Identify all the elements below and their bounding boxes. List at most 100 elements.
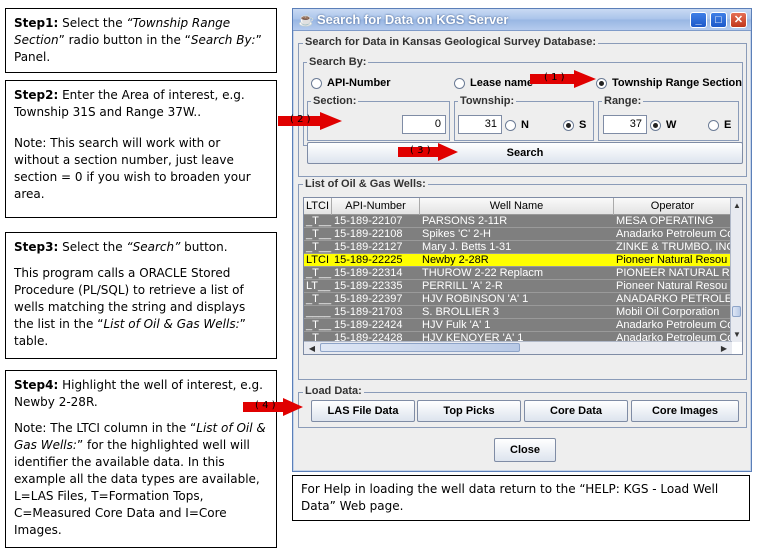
cell-api-number: 15-189-22225 (334, 254, 403, 266)
radio-dot-selected (650, 119, 661, 131)
cell-ltci: _T__ (306, 319, 332, 331)
las-file-data-button[interactable]: LAS File Data (311, 400, 415, 422)
step3-italic-2: List of Oil & Gas Wells: (103, 317, 240, 331)
radio-dot-selected (563, 119, 574, 131)
marker-3: ( 3 ) (398, 143, 458, 163)
radio-dot (505, 119, 516, 131)
col-operator[interactable]: Operator (614, 198, 732, 215)
township-input[interactable]: 31 (458, 115, 502, 134)
radio-label: S (579, 119, 587, 131)
marker-4: ( 4 ) (243, 398, 303, 418)
marker-3-label: ( 3 ) (410, 145, 431, 156)
search-button[interactable]: Search (307, 142, 743, 164)
table-header: LTCI API-Number Well Name Operator (304, 198, 732, 215)
scroll-left-icon[interactable]: ◀ (306, 344, 318, 353)
cell-ltci: _T__ (306, 241, 332, 253)
well-table[interactable]: LTCI API-Number Well Name Operator _T__ 1… (303, 197, 743, 355)
close-icon[interactable]: ✕ (730, 12, 747, 28)
step1-panel: Step1: Select the “Township Range Sectio… (5, 8, 277, 73)
radio-township-range-section[interactable]: Township Range Section (596, 77, 742, 89)
hscroll-thumb[interactable] (320, 343, 520, 352)
step3-text-2: button. (180, 240, 228, 254)
table-row[interactable]: _T__ 15-189-22108 Spikes 'C' 2-H Anadarko P… (304, 228, 732, 241)
radio-south[interactable]: S (563, 119, 586, 131)
top-picks-button[interactable]: Top Picks (417, 400, 521, 422)
cell-well-name: Mary J. Betts 1-31 (422, 241, 512, 253)
radio-api-number[interactable]: API-Number (311, 77, 391, 89)
radio-dot (311, 77, 322, 89)
java-cup-icon: ☕ (298, 12, 315, 27)
cell-well-name: PARSONS 2-11R (422, 215, 508, 227)
col-well-name[interactable]: Well Name (420, 198, 614, 215)
radio-label: API-Number (327, 77, 391, 89)
col-api-number[interactable]: API-Number (332, 198, 420, 215)
table-row[interactable]: _T__ 15-189-22127 Mary J. Betts 1-31 ZINKE … (304, 241, 732, 254)
cell-ltci: _T__ (306, 215, 332, 227)
radio-dot (454, 77, 465, 89)
scroll-up-icon[interactable]: ▲ (731, 201, 742, 210)
cell-api-number: 15-189-22107 (334, 215, 403, 227)
table-row[interactable]: _T__ 15-189-22397 HJV ROBINSON 'A' 1 ANADAR… (304, 293, 732, 306)
range-label: Range: (602, 95, 644, 107)
scroll-down-icon[interactable]: ▼ (731, 330, 742, 339)
core-images-button[interactable]: Core Images (631, 400, 739, 422)
step3-panel: Step3: Select the “Search” button. This … (5, 232, 277, 359)
scroll-right-icon[interactable]: ▶ (718, 344, 730, 353)
table-row-selected[interactable]: LTCI 15-189-22225 Newby 2-28R Pioneer Natur… (304, 254, 732, 267)
kgs-search-window: ☕ Search for Data on KGS Server _ □ ✕ Se… (292, 8, 752, 472)
step2-panel: Step2: Enter the Area of interest, e.g. … (5, 80, 277, 218)
step4-heading: Step4: (14, 378, 59, 392)
radio-label: W (666, 119, 677, 131)
cell-api-number: 15-189-22127 (334, 241, 403, 253)
cell-well-name: HJV ROBINSON 'A' 1 (422, 293, 529, 305)
load-data-label: Load Data: (303, 385, 364, 397)
radio-dot (708, 119, 719, 131)
cell-api-number: 15-189-22335 (334, 280, 403, 292)
cell-operator: Pioneer Natural Resou (616, 280, 728, 292)
step1-text-2: ” radio button in the “ (58, 33, 191, 47)
radio-north[interactable]: N (505, 119, 529, 131)
section-label: Section: (311, 95, 359, 107)
cell-well-name: THUROW 2-22 Replacm (422, 267, 544, 279)
radio-lease-name[interactable]: Lease name (454, 77, 533, 89)
well-list-label: List of Oil & Gas Wells: (303, 178, 428, 190)
table-row[interactable]: LT__ 15-189-22335 PERRILL 'A' 2-R Pioneer N… (304, 280, 732, 293)
col-ltci[interactable]: LTCI (304, 198, 332, 215)
range-input[interactable]: 37 (603, 115, 647, 134)
radio-west[interactable]: W (650, 119, 676, 131)
table-body: _T__ 15-189-22107 PARSONS 2-11R MESA OPERAT… (304, 215, 732, 345)
scroll-thumb[interactable] (732, 306, 741, 317)
radio-east[interactable]: E (708, 119, 731, 131)
cell-well-name: PERRILL 'A' 2-R (422, 280, 503, 292)
table-row[interactable]: ____ 15-189-21703 S. BROLLIER 3 Mobil Oil C… (304, 306, 732, 319)
radio-label: Lease name (470, 77, 533, 89)
maximize-icon[interactable]: □ (710, 12, 727, 28)
table-row[interactable]: _T__ 15-189-22107 PARSONS 2-11R MESA OPERAT… (304, 215, 732, 228)
horizontal-scrollbar[interactable]: ◀ ▶ (304, 341, 732, 354)
title-bar[interactable]: ☕ Search for Data on KGS Server _ □ ✕ (293, 9, 751, 31)
cell-well-name: S. BROLLIER 3 (422, 306, 500, 318)
minimize-icon[interactable]: _ (690, 12, 707, 28)
cell-api-number: 15-189-21703 (334, 306, 403, 318)
search-by-label: Search By: (307, 56, 369, 68)
help-note: For Help in loading the well data return… (292, 475, 750, 521)
close-button[interactable]: Close (494, 438, 556, 462)
core-data-button[interactable]: Core Data (524, 400, 628, 422)
cell-well-name: HJV Fulk 'A' 1 (422, 319, 491, 331)
radio-label: Township Range Section (612, 77, 742, 89)
cell-ltci: _T__ (306, 267, 332, 279)
cell-api-number: 15-189-22397 (334, 293, 403, 305)
table-row[interactable]: _T__ 15-189-22424 HJV Fulk 'A' 1 Anadarko P… (304, 319, 732, 332)
marker-1-label: ( 1 ) (544, 72, 565, 83)
step3-heading: Step3: (14, 240, 59, 254)
cell-ltci: LTCI (306, 254, 330, 266)
township-label: Township: (458, 95, 517, 107)
section-input[interactable]: 0 (402, 115, 446, 134)
cell-operator: MESA OPERATING (616, 215, 714, 227)
cell-well-name: Newby 2-28R (422, 254, 489, 266)
cell-ltci: _T__ (306, 293, 332, 305)
vertical-scrollbar[interactable]: ▲ ▼ (730, 198, 742, 342)
marker-2-label: ( 2 ) (290, 114, 311, 125)
table-row[interactable]: _T__ 15-189-22314 THUROW 2-22 Replacm PIONE… (304, 267, 732, 280)
cell-ltci: _T__ (306, 228, 332, 240)
